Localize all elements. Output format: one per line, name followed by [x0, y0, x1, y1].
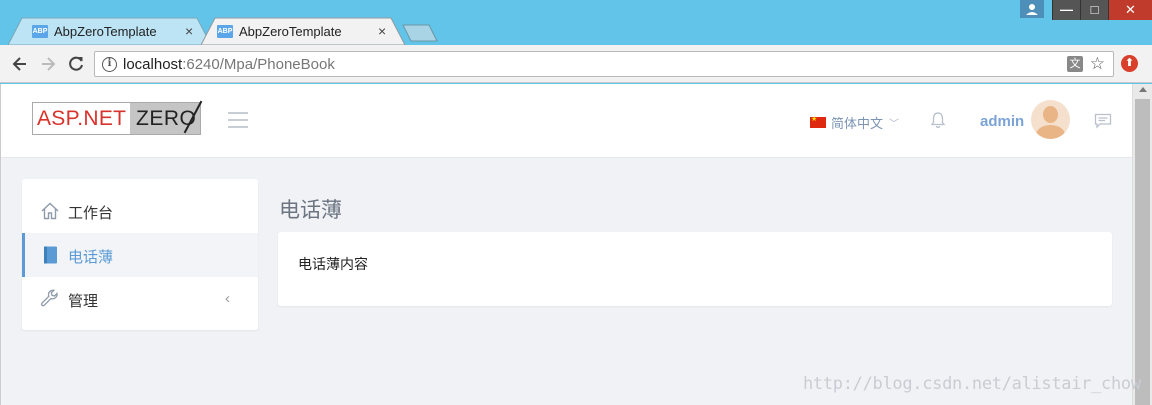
aspnet-zero-logo[interactable]: ASP.NET ZERO	[32, 100, 203, 135]
sidebar-item-administration[interactable]: 管理 ‹	[22, 277, 258, 321]
watermark-text: http://blog.csdn.net/alistair_chow	[803, 374, 1141, 394]
browser-tab-active[interactable]: ABP AbpZeroTemplate ×	[201, 17, 411, 45]
chevron-down-icon: ﹀	[889, 119, 900, 130]
translate-icon[interactable]: 文	[1067, 56, 1083, 72]
scroll-up-icon[interactable]	[1139, 87, 1147, 92]
minimize-icon: —	[1060, 2, 1073, 17]
tab-title: AbpZeroTemplate	[239, 24, 342, 39]
language-label: 简体中文	[831, 116, 884, 131]
web-page: ASP.NET ZERO 简体中文 ﹀ admin	[0, 84, 1152, 405]
page-title: 电话薄	[279, 199, 342, 222]
maximize-icon: □	[1090, 2, 1099, 17]
browser-toolbar: i localhost:6240/Mpa/PhoneBook 文 ☆ ⬆	[0, 45, 1152, 83]
url-text[interactable]: localhost:6240/Mpa/PhoneBook	[123, 56, 335, 73]
home-icon	[41, 202, 59, 220]
sidebar-item-label: 管理	[68, 293, 99, 310]
sidebar-menu: 工作台 电话薄 管理 ‹	[22, 179, 258, 330]
bookmark-star-icon[interactable]: ☆	[1090, 54, 1105, 74]
wrench-icon	[40, 289, 58, 307]
forward-arrow-icon[interactable]	[38, 54, 58, 74]
avatar[interactable]	[1031, 100, 1070, 139]
tab-close-icon[interactable]: ×	[185, 23, 193, 39]
url-path: :6240/Mpa/PhoneBook	[182, 56, 335, 73]
china-flag-icon	[810, 115, 826, 128]
sidebar-item-label: 工作台	[68, 205, 114, 222]
tab-close-icon[interactable]: ×	[378, 23, 386, 39]
language-switcher[interactable]: 简体中文 ﹀	[810, 113, 899, 132]
logo-text-right: ZERO	[130, 100, 203, 134]
content-text: 电话薄内容	[298, 256, 368, 272]
sidebar-item-phonebook[interactable]: 电话薄	[22, 233, 258, 277]
avatar-head	[1043, 106, 1058, 123]
url-host: localhost	[123, 56, 183, 73]
abp-favicon-icon: ABP	[217, 25, 233, 38]
content-card: 电话薄内容	[278, 232, 1112, 306]
back-arrow-icon[interactable]	[10, 54, 30, 74]
app-header: ASP.NET ZERO 简体中文 ﹀ admin	[1, 84, 1132, 158]
chevron-left-icon: ‹	[225, 290, 230, 307]
browser-titlebar: ABP AbpZeroTemplate × ABP AbpZeroTemplat…	[0, 0, 1152, 45]
book-icon	[44, 246, 57, 264]
hamburger-line	[228, 126, 248, 128]
window-controls: — □ ✕	[1052, 0, 1152, 20]
scrollbar-thumb[interactable]	[1135, 99, 1150, 405]
tab-title: AbpZeroTemplate	[54, 24, 157, 39]
extension-icon[interactable]: ⬆	[1121, 55, 1138, 72]
sidebar-item-dashboard[interactable]: 工作台	[22, 189, 258, 233]
reload-icon[interactable]	[66, 54, 86, 74]
browser-tab-inactive[interactable]: ABP AbpZeroTemplate ×	[8, 17, 211, 45]
sidebar-item-label: 电话薄	[68, 249, 114, 266]
user-profile-icon[interactable]	[1020, 0, 1044, 18]
menu-toggle-icon[interactable]	[228, 112, 248, 128]
hamburger-line	[228, 112, 248, 114]
logo-text-left: ASP.NET	[33, 103, 130, 134]
notification-bell-icon[interactable]	[929, 111, 947, 129]
vertical-scrollbar[interactable]	[1132, 84, 1152, 405]
abp-favicon-icon: ABP	[32, 25, 48, 38]
maximize-button[interactable]: □	[1080, 0, 1108, 20]
hamburger-line	[228, 119, 248, 121]
close-window-button[interactable]: ✕	[1108, 0, 1152, 20]
avatar-body	[1036, 125, 1065, 139]
new-tab-button[interactable]	[402, 24, 438, 42]
close-icon: ✕	[1125, 2, 1136, 17]
chat-icon[interactable]	[1094, 113, 1112, 129]
info-icon[interactable]: i	[102, 57, 117, 72]
minimize-button[interactable]: —	[1052, 0, 1080, 20]
address-bar[interactable]: i localhost:6240/Mpa/PhoneBook 文 ☆	[94, 51, 1114, 77]
username-label[interactable]: admin	[980, 113, 1024, 130]
